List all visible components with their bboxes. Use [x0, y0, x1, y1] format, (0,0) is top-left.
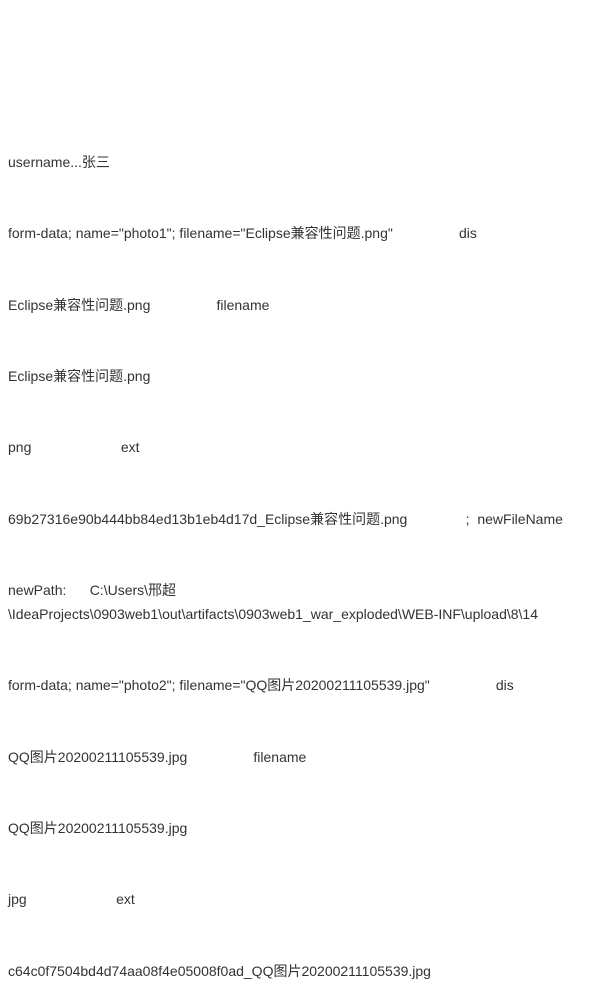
log-line: Eclipse兼容性问题.png — [8, 365, 591, 389]
log-line: 69b27316e90b444bb84ed13b1eb4d17d_Eclipse… — [8, 508, 591, 532]
log-line: form-data; name="photo2"; filename="QQ图片… — [8, 674, 591, 698]
log-line: jpg ext — [8, 888, 591, 912]
log-line: form-data; name="photo1"; filename="Ecli… — [8, 222, 591, 246]
log-line: Eclipse兼容性问题.png filename — [8, 294, 591, 318]
log-line: username...张三 — [8, 151, 591, 175]
console-output: username...张三 form-data; name="photo1"; … — [8, 103, 591, 1008]
log-line: c64c0f7504bd4d74aa08f4e05008f0ad_QQ图片202… — [8, 960, 591, 984]
log-line: png ext — [8, 436, 591, 460]
log-line: QQ图片20200211105539.jpg — [8, 817, 591, 841]
log-line: QQ图片20200211105539.jpg filename — [8, 746, 591, 770]
log-line: newPath: C:\Users\邢超\IdeaProjects\0903we… — [8, 579, 591, 627]
